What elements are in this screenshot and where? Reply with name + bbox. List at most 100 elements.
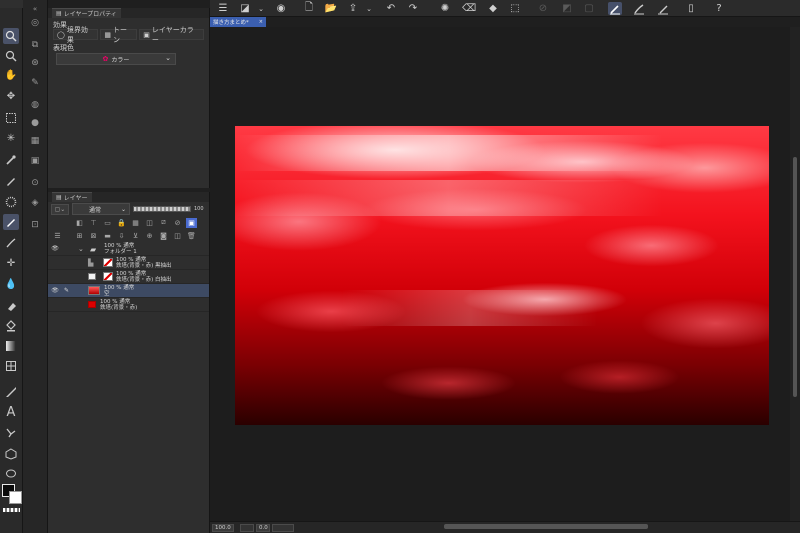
intermediate-color-icon[interactable]: ▦ — [28, 134, 42, 148]
smartphone-icon[interactable]: ▯ — [684, 2, 698, 15]
lock-icon[interactable]: 🔒 — [116, 218, 127, 228]
undo-icon[interactable]: ↶ — [384, 2, 398, 15]
help-icon[interactable]: ? — [712, 2, 726, 15]
visibility-eye-icon[interactable]: 👁 — [51, 287, 59, 295]
document-tab[interactable]: 描き方まとめ* × — [210, 17, 266, 27]
canvas-artwork[interactable] — [235, 126, 769, 425]
horizontal-scroll-thumb[interactable] — [444, 524, 648, 529]
clear-icon[interactable]: ⌫ — [462, 2, 476, 15]
zoom-field[interactable]: 100.0 — [212, 524, 234, 532]
open-file-icon[interactable]: 📂 — [324, 2, 338, 15]
material-icon[interactable]: ⊙ — [28, 176, 42, 190]
pencil-tool-icon[interactable] — [3, 214, 19, 230]
chevron-down-icon[interactable]: ⌄ — [254, 2, 268, 15]
selection-border-icon[interactable]: ▢ — [582, 2, 596, 15]
reference-icon[interactable]: ⊤ — [88, 218, 99, 228]
correct-line-tool-icon[interactable] — [3, 446, 19, 462]
redo-icon[interactable]: ↷ — [406, 2, 420, 15]
ruler-range-icon[interactable]: ⧄ — [158, 218, 169, 228]
companion-icon[interactable]: ◉ — [274, 2, 288, 15]
vertical-scrollbar[interactable] — [790, 27, 800, 521]
gradient-tool-icon[interactable] — [3, 338, 19, 354]
layer-mask-toggle[interactable]: ▢⌄ — [51, 203, 69, 215]
layer-row-folder[interactable]: 👁 ⌄ ▰ 100 % 通常 フォルダー 1 — [48, 242, 209, 256]
create-mask-icon[interactable]: ◙ — [158, 231, 169, 241]
color-wheel-icon[interactable]: ◍ — [28, 98, 42, 112]
balloon-tool-icon[interactable] — [3, 425, 19, 441]
layer-property-icon[interactable]: ⧉ — [28, 38, 42, 52]
layer-color-swatch-icon[interactable]: ▣ — [186, 217, 197, 228]
move-tool-icon[interactable]: ✥ — [3, 89, 19, 105]
transfer-down-icon[interactable]: ⇩ — [116, 231, 127, 241]
collapse-icon[interactable]: « — [28, 2, 42, 16]
layer-panel-icon[interactable]: ◈ — [28, 196, 42, 210]
pen-stabilizer-icon[interactable] — [608, 2, 622, 15]
invert-selection-icon[interactable]: ◩ — [560, 2, 574, 15]
new-folder-icon[interactable]: ▬ — [102, 231, 113, 241]
ruler-tool-icon[interactable] — [3, 384, 19, 400]
close-icon[interactable]: × — [259, 19, 263, 25]
tab-layer-property[interactable]: ▤ レイヤープロパティ — [52, 8, 121, 18]
layer-row-white-extract[interactable]: 100 % 通常 鉄塔(背景・赤) 白抽出 — [48, 270, 209, 284]
navigator-icon[interactable]: ◎ — [28, 16, 42, 30]
folder-expand-icon[interactable]: ⌄ — [78, 245, 84, 253]
apply-mask-icon[interactable]: ◫ — [172, 231, 183, 241]
transform-icon[interactable]: ⬚ — [508, 2, 522, 15]
tone-button[interactable]: ▦ トーン — [100, 26, 138, 44]
fill-bucket-icon[interactable]: ◆ — [486, 2, 500, 15]
combine-icon[interactable]: ⊕ — [144, 231, 155, 241]
delete-layer-icon[interactable]: 🗑 — [186, 231, 197, 241]
opacity-slider[interactable] — [133, 206, 191, 212]
color-set-icon[interactable]: ● — [28, 116, 42, 130]
approx-color-icon[interactable]: ▣ — [28, 154, 42, 168]
chevron-down-icon[interactable]: ⌄ — [362, 2, 376, 15]
auto-select-tool-icon[interactable]: ✳ — [3, 131, 19, 147]
search-layer-icon[interactable]: ⊛ — [28, 56, 42, 70]
draft-icon[interactable]: ▭ — [102, 218, 113, 228]
new-file-icon[interactable]: 🗋 — [302, 2, 316, 15]
speech-balloon-icon[interactable] — [3, 466, 19, 482]
angle-stepper[interactable] — [272, 524, 294, 532]
layer-color-button[interactable]: ▣ レイヤーカラー — [139, 26, 204, 44]
fill-tool-icon[interactable] — [3, 318, 19, 334]
zoom-tool-icon[interactable] — [3, 48, 19, 64]
expression-color-select[interactable]: ✿ カラー ⌄ — [56, 53, 176, 65]
layer-row-sky[interactable]: 👁 ✎ 100 % 通常 空 — [48, 284, 209, 298]
brush-tool-icon[interactable] — [3, 235, 19, 251]
merge-down-icon[interactable]: ⊻ — [130, 231, 141, 241]
blend-mode-select[interactable]: 通常 ⌄ — [72, 203, 130, 215]
airbrush-tool-icon[interactable]: 💧 — [3, 277, 19, 293]
brush-stroke-icon[interactable] — [632, 2, 646, 15]
new-raster-layer-icon[interactable]: ⊞ — [74, 231, 85, 241]
pattern-brush-tool-icon[interactable] — [3, 194, 19, 210]
deselect-icon[interactable]: ⊘ — [536, 2, 550, 15]
eyedropper-tool-icon[interactable] — [3, 152, 19, 168]
scroll-thumb[interactable] — [793, 157, 797, 397]
border-effect-button[interactable]: ◯ 境界効果 — [53, 26, 99, 44]
layer-list-icon[interactable]: ☰ — [52, 231, 63, 241]
clip-icon[interactable]: ◧ — [74, 218, 85, 228]
app-icon[interactable]: ◪ — [238, 2, 252, 15]
pen-tool-icon[interactable] — [3, 173, 19, 189]
operation-tool-icon[interactable] — [3, 28, 19, 44]
save-icon[interactable]: ⇪ — [346, 2, 360, 15]
zoom-stepper[interactable] — [240, 524, 254, 532]
vector-pen-icon[interactable] — [656, 2, 670, 15]
text-tool-icon[interactable]: A — [3, 404, 19, 420]
menu-icon[interactable]: ☰ — [216, 2, 230, 15]
palette-grip[interactable] — [0, 0, 23, 8]
tab-layer[interactable]: ▤ レイヤー — [52, 192, 92, 202]
layer-row-tower-red[interactable]: 100 % 通常 鉄塔(背景・赤) — [48, 298, 209, 312]
layer-color-toggle-icon[interactable]: ⊘ — [172, 218, 183, 228]
loading-icon[interactable]: ✺ — [438, 2, 452, 15]
transparent-color-swatch[interactable] — [3, 508, 20, 512]
mask-enable-icon[interactable]: ◫ — [144, 218, 155, 228]
layer-search-icon[interactable]: ⊡ — [28, 218, 42, 232]
layer-row-black-extract[interactable]: ▙ 100 % 通常 鉄塔(背景・赤) 黒抽出 — [48, 256, 209, 270]
selection-tool-icon[interactable] — [3, 110, 19, 126]
angle-field[interactable]: 0.0 — [256, 524, 270, 532]
frame-tool-icon[interactable] — [3, 358, 19, 374]
hand-tool-icon[interactable]: ✋ — [3, 68, 19, 84]
visibility-eye-icon[interactable]: 👁 — [51, 245, 59, 253]
brush-size-icon[interactable]: ✎ — [28, 76, 42, 90]
